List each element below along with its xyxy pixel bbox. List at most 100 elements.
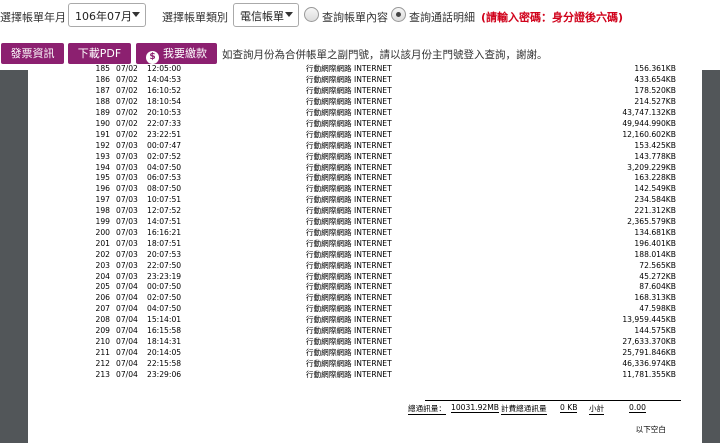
cell-amount: 221.312KB: [634, 206, 676, 216]
cell-no: 188: [95, 97, 111, 107]
cell-amount: 46,336.974KB: [622, 358, 676, 368]
cell-no: 211: [95, 347, 111, 357]
cell-time: 08:07:50: [147, 184, 182, 194]
subtotal-label: 小計: [589, 404, 605, 415]
cell-time: 04:07:50: [147, 162, 182, 172]
cell-date: 07/03: [116, 151, 138, 161]
cell-time: 22:15:58: [147, 358, 182, 368]
document-viewer[interactable]: 185 07/02 12:05:00 行動網際網路 INTERNET 156.361KB…: [0, 64, 720, 443]
cell-amount: 433.654KB: [634, 75, 676, 85]
radio-call-detail-label[interactable]: 查詢通話明細: [409, 9, 475, 25]
statement-page: 185 07/02 12:05:00 行動網際網路 INTERNET 156.361KB…: [28, 64, 702, 443]
table-row: 208 07/04 15:14:01 行動網際網路 INTERNET 13,959.44…: [28, 315, 702, 326]
cell-date: 07/03: [116, 206, 138, 216]
table-row: 207 07/04 04:07:50 行動網際網路 INTERNET 47.598KB: [28, 304, 702, 315]
cell-date: 07/03: [116, 260, 138, 270]
cell-time: 18:10:54: [147, 97, 182, 107]
filter-bar: 選擇帳單年月 106年07月 選擇帳單類別 電信帳單 查詢帳單內容 查詢通話明細…: [0, 0, 720, 36]
invoice-info-button[interactable]: 發票資訊: [1, 43, 64, 64]
cell-time: 02:07:50: [147, 293, 182, 303]
type-select[interactable]: 電信帳單: [233, 3, 299, 27]
cell-amount: 142.549KB: [634, 184, 676, 194]
cell-service: 行動網際網路 INTERNET: [306, 238, 392, 248]
cell-no: 212: [95, 358, 111, 368]
cell-service: 行動網際網路 INTERNET: [306, 108, 392, 117]
pay-button-label: 我要繳款: [163, 47, 207, 60]
cell-service: 行動網際網路 INTERNET: [306, 86, 392, 96]
cell-no: 198: [95, 206, 111, 216]
table-row: 189 07/02 20:10:53 行動網際網路 INTERNET 43,747.13…: [28, 108, 702, 119]
cell-time: 20:14:05: [147, 347, 182, 357]
cell-service: 行動網際網路 INTERNET: [306, 118, 392, 128]
cell-date: 07/03: [116, 238, 138, 248]
radio-bill-content-label[interactable]: 查詢帳單內容: [322, 9, 388, 25]
cell-time: 23:23:19: [147, 271, 182, 281]
sub-number-info: 如查詢月份為合併帳單之副門號，請以該月份主門號登入查詢，謝謝。: [222, 49, 548, 61]
cell-amount: 43,747.132KB: [622, 108, 676, 117]
cell-no: 210: [95, 336, 111, 346]
table-row: 190 07/02 22:07:33 行動網際網路 INTERNET 49,944.99…: [28, 119, 702, 130]
cell-amount: 168.313KB: [634, 293, 676, 303]
table-row: 199 07/03 14:07:51 行動網際網路 INTERNET 2,365.579…: [28, 217, 702, 228]
cell-service: 行動網際網路 INTERNET: [306, 140, 392, 150]
cell-time: 02:07:52: [147, 151, 182, 161]
table-row: 213 07/04 23:29:06 行動網際網路 INTERNET 11,781.35…: [28, 370, 702, 381]
radio-bill-content[interactable]: [304, 7, 319, 22]
cell-time: 14:04:53: [147, 75, 182, 85]
cell-date: 07/02: [116, 86, 138, 96]
cell-no: 191: [95, 129, 111, 139]
cell-no: 202: [95, 249, 111, 259]
cell-service: 行動網際網路 INTERNET: [306, 369, 392, 379]
cell-date: 07/03: [116, 195, 138, 205]
cell-amount: 12,160.602KB: [622, 129, 676, 139]
cell-amount: 2,365.579KB: [627, 217, 676, 226]
cell-service: 行動網際網路 INTERNET: [306, 184, 392, 194]
cell-time: 22:07:50: [147, 260, 182, 270]
download-pdf-button[interactable]: 下載PDF: [68, 43, 131, 64]
cell-date: 07/04: [116, 369, 138, 379]
cell-no: 190: [95, 118, 111, 128]
pay-button[interactable]: $ 我要繳款: [136, 43, 217, 64]
cell-service: 行動網際網路 INTERNET: [306, 336, 392, 346]
cell-time: 16:16:21: [147, 227, 182, 237]
table-row: 192 07/03 00:07:47 行動網際網路 INTERNET 153.425KB: [28, 141, 702, 152]
cell-amount: 188.014KB: [634, 249, 676, 259]
cell-amount: 45.272KB: [639, 271, 676, 281]
cell-amount: 13,959.445KB: [622, 315, 676, 325]
cell-service: 行動網際網路 INTERNET: [306, 217, 392, 226]
cell-amount: 144.575KB: [634, 326, 676, 335]
cell-time: 12:05:00: [147, 64, 182, 74]
cell-service: 行動網際網路 INTERNET: [306, 97, 392, 107]
cell-date: 07/02: [116, 129, 138, 139]
cell-time: 23:29:06: [147, 369, 182, 379]
table-row: 185 07/02 12:05:00 行動網際網路 INTERNET 156.361KB: [28, 64, 702, 75]
cell-service: 行動網際網路 INTERNET: [306, 271, 392, 281]
table-row: 212 07/04 22:15:58 行動網際網路 INTERNET 46,336.97…: [28, 359, 702, 370]
table-row: 202 07/03 20:07:53 行動網際網路 INTERNET 188.014KB: [28, 250, 702, 261]
month-select[interactable]: 106年07月: [68, 3, 146, 27]
cell-amount: 214.527KB: [634, 97, 676, 107]
cell-no: 209: [95, 326, 111, 335]
cell-time: 00:07:50: [147, 282, 182, 292]
cell-no: 213: [95, 369, 111, 379]
cell-time: 23:22:51: [147, 129, 182, 139]
cell-no: 205: [95, 282, 111, 292]
cell-service: 行動網際網路 INTERNET: [306, 75, 392, 85]
table-row: 194 07/03 04:07:50 行動網際網路 INTERNET 3,209.229…: [28, 163, 702, 174]
table-row: 193 07/03 02:07:52 行動網際網路 INTERNET 143.778KB: [28, 152, 702, 163]
blank-below-note: 以下空白: [635, 425, 666, 434]
table-row: 201 07/03 18:07:51 行動網際網路 INTERNET 196.401KB: [28, 239, 702, 250]
table-row: 211 07/04 20:14:05 行動網際網路 INTERNET 25,791.84…: [28, 348, 702, 359]
cell-date: 07/03: [116, 227, 138, 237]
cell-no: 197: [95, 195, 111, 205]
cell-time: 12:07:52: [147, 206, 182, 216]
cell-time: 15:14:01: [147, 315, 182, 325]
cell-date: 07/02: [116, 118, 138, 128]
cell-date: 07/03: [116, 271, 138, 281]
cell-date: 07/04: [116, 293, 138, 303]
cell-service: 行動網際網路 INTERNET: [306, 347, 392, 357]
cell-service: 行動網際網路 INTERNET: [306, 206, 392, 216]
radio-call-detail[interactable]: [391, 7, 406, 22]
cell-service: 行動網際網路 INTERNET: [306, 315, 392, 325]
cell-time: 20:07:53: [147, 249, 182, 259]
